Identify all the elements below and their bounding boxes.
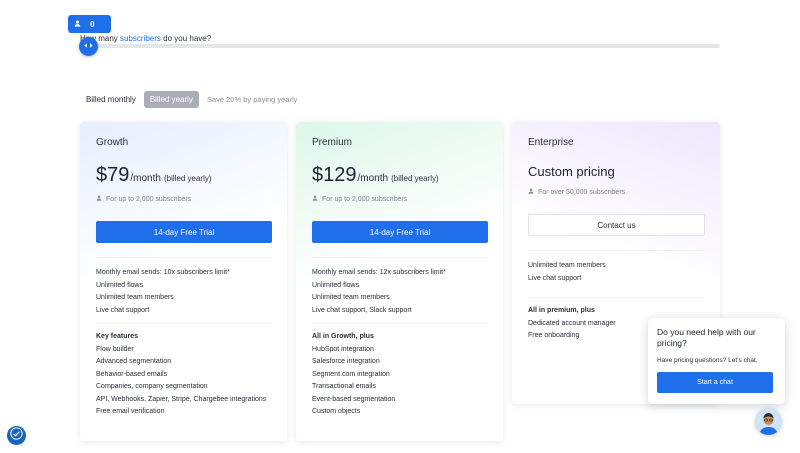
feature-item: Transactional emails: [312, 383, 376, 390]
feature-item: Live chat support: [96, 306, 150, 314]
plan-features: Monthly email sends: 10x subscribers lim…: [96, 258, 271, 317]
plan-card-premium: Premium $129 /month (billed yearly) For …: [296, 122, 503, 441]
feature-item: Segment.com integration: [312, 370, 390, 378]
subscriber-limit-text: For over 50,000 subscribers: [538, 188, 626, 196]
key-features-list: Flow builder Advanced segmentation Behav…: [96, 344, 271, 419]
pricing-page: 0 How many subscribers do you have? Bill…: [0, 0, 800, 453]
feature-item: Event-based segmentation: [312, 395, 396, 403]
chat-prompt-subtitle: Have pricing questions? Let's chat.: [657, 357, 758, 364]
price-period: /month: [357, 173, 389, 184]
price-billing-note: (billed yearly): [391, 174, 439, 183]
feature-item: Companies, company segmentation: [96, 383, 208, 390]
feature-item: Live chat support, Slack support: [312, 306, 412, 314]
yearly-savings-note: Save 20% by paying yearly: [206, 95, 298, 104]
plan-price: $129 /month (billed yearly): [312, 164, 487, 187]
price-period: /month: [130, 173, 161, 184]
feature-item: Custom objects: [312, 408, 361, 415]
question-highlight: subscribers: [120, 34, 161, 43]
feature-item: Unlimited flows: [96, 281, 144, 289]
plan-name: Enterprise: [528, 137, 574, 148]
features-section-title: All in Growth, plus: [312, 333, 374, 340]
feature-item: Salesforce integration: [312, 358, 380, 365]
subscriber-limit-text: For up to 2,000 subscribers: [106, 195, 192, 203]
premium-free-trial-button[interactable]: 14-day Free Trial: [312, 221, 488, 243]
feature-item: Unlimited team members: [96, 294, 174, 301]
user-icon: [96, 195, 102, 203]
features-section-title: All in premium, plus: [528, 307, 595, 314]
plan-name: Growth: [96, 137, 129, 148]
feature-item: Live chat support: [528, 274, 582, 282]
support-agent-avatar[interactable]: [755, 408, 782, 435]
subscriber-limit-text: For up to 2,000 subscribers: [322, 195, 408, 203]
price-amount: $129: [312, 164, 357, 186]
chat-prompt-popup: Do you need help with our pricing? Have …: [648, 318, 785, 404]
plan-name: Premium: [312, 137, 353, 148]
feature-item: Unlimited flows: [312, 281, 360, 289]
user-icon: [528, 188, 534, 196]
included-features-list: HubSpot integration Salesforce integrati…: [312, 344, 487, 419]
feature-item: Unlimited team members: [528, 262, 606, 269]
subscribers-slider-track[interactable]: [88, 44, 720, 48]
feature-item: Monthly email sends: 12x subscribers lim…: [312, 269, 446, 276]
feature-item: Monthly email sends: 10x subscribers lim…: [96, 269, 230, 276]
contact-us-button[interactable]: Contact us: [528, 214, 705, 236]
billing-toggle: Billed monthly Billed yearly Save 20% by…: [86, 91, 297, 108]
user-icon: [74, 20, 81, 29]
subscriber-count-tooltip: 0: [68, 15, 111, 33]
feature-item: Advanced segmentation: [96, 358, 172, 365]
plan-card-growth: Growth $79 /month (billed yearly) For up…: [80, 122, 287, 441]
feature-item: Unlimited team members: [312, 294, 390, 301]
subscribers-question: How many subscribers do you have?: [80, 34, 211, 43]
chat-prompt-title: Do you need help with our pricing?: [657, 327, 756, 348]
subscribers-slider-handle[interactable]: [79, 37, 98, 56]
price-amount: $79: [96, 164, 130, 186]
plan-features: Unlimited team members Live chat support: [528, 251, 704, 285]
feature-item: Free email verification: [96, 408, 165, 415]
billed-monthly-option[interactable]: Billed monthly: [86, 95, 136, 104]
feature-item: HubSpot integration: [312, 345, 374, 353]
user-icon: [312, 195, 318, 203]
feature-item: API, Webhooks, Zapier, Stripe, Chargebee…: [96, 395, 267, 403]
accessibility-button[interactable]: [7, 426, 26, 445]
price-amount: Custom pricing: [528, 164, 615, 179]
plan-subscriber-limit: For up to 2,000 subscribers: [312, 195, 487, 203]
drag-arrows-icon: [84, 42, 93, 51]
start-chat-button[interactable]: Start a chat: [657, 372, 773, 393]
accessibility-icon: [10, 426, 23, 445]
feature-item: Behavior-based emails: [96, 370, 168, 378]
plan-subscriber-limit: For up to 2,000 subscribers: [96, 195, 271, 203]
billed-yearly-option[interactable]: Billed yearly: [143, 91, 199, 108]
plan-price: $79 /month (billed yearly): [96, 164, 271, 187]
feature-item: Flow builder: [96, 345, 134, 353]
plan-subscriber-limit: For over 50,000 subscribers: [528, 188, 704, 196]
features-section-title: Key features: [96, 333, 139, 340]
price-billing-note: (billed yearly): [163, 174, 212, 183]
plan-features: Monthly email sends: 12x subscribers lim…: [312, 258, 487, 317]
question-suffix: do you have?: [160, 34, 212, 43]
growth-free-trial-button[interactable]: 14-day Free Trial: [96, 221, 272, 243]
subscriber-count-value: 0: [90, 19, 95, 29]
